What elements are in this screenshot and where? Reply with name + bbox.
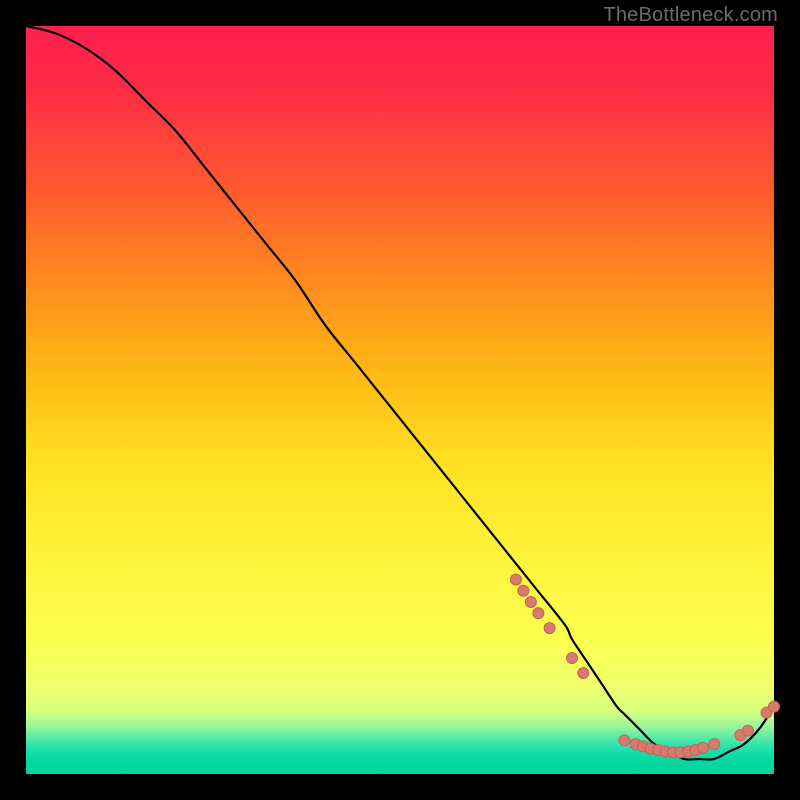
curve-marker (619, 735, 630, 746)
curve-layer (26, 26, 774, 774)
curve-markers (510, 574, 779, 758)
curve-marker (697, 742, 708, 753)
curve-marker (567, 653, 578, 664)
curve-marker (769, 701, 780, 712)
curve-marker (510, 574, 521, 585)
curve-marker (578, 668, 589, 679)
curve-marker (525, 596, 536, 607)
curve-marker (544, 623, 555, 634)
curve-marker (742, 725, 753, 736)
curve-marker (518, 585, 529, 596)
bottleneck-curve (26, 26, 774, 760)
watermark-text: TheBottleneck.com (603, 4, 778, 27)
curve-marker (709, 739, 720, 750)
plot-area (26, 26, 774, 774)
curve-marker (533, 608, 544, 619)
chart-stage: TheBottleneck.com (0, 0, 800, 800)
